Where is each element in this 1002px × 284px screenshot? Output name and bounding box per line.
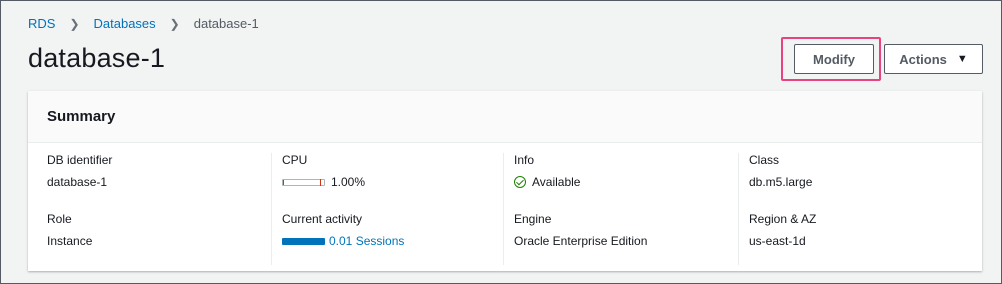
summary-panel: Summary DB identifier database-1 Role In… [28,91,982,271]
summary-column-status: Info Available Engine Oracle Enterprise … [503,153,744,265]
breadcrumb: RDS ❯ Databases ❯ database-1 [28,16,259,31]
current-activity-meter: 0.01 Sessions [282,234,509,248]
engine-value: Oracle Enterprise Edition [514,234,648,248]
modify-button-label: Modify [813,51,855,67]
actions-dropdown-button[interactable]: Actions ▼ [884,44,983,74]
role-value: Instance [47,234,93,248]
caret-down-icon: ▼ [956,53,968,65]
db-identifier-value: database-1 [47,175,108,189]
summary-column-placement: Class db.m5.large Region & AZ us-east-1d [738,153,979,265]
activity-fill [283,238,324,244]
region-az-value: us-east-1d [749,234,806,248]
page-title: database-1 [28,43,166,73]
sessions-link[interactable]: 0.01 Sessions [329,234,404,248]
db-identifier-label: DB identifier [47,153,113,167]
rds-console-window: RDS ❯ Databases ❯ database-1 database-1 … [0,0,1002,284]
cpu-threshold-marker [320,178,321,186]
cpu-label: CPU [282,153,308,167]
current-activity-label: Current activity [282,212,363,226]
status-value: Available [532,175,581,189]
breadcrumb-rds-link[interactable]: RDS [28,16,55,31]
summary-column-metrics: CPU 1.00% Current activity 0.01 Sessions [271,153,509,265]
cpu-meter: 1.00% [282,175,509,189]
engine-label: Engine [514,212,552,226]
chevron-right-icon: ❯ [69,16,80,31]
region-az-label: Region & AZ [749,212,817,226]
cpu-value: 1.00% [331,175,366,189]
class-value: db.m5.large [749,175,813,189]
status-badge: Available [514,175,744,189]
modify-button[interactable]: Modify [794,44,874,74]
summary-title: Summary [47,108,116,125]
summary-header: Summary [28,91,982,143]
chevron-right-icon: ❯ [169,16,180,31]
actions-button-label: Actions [899,51,947,67]
class-label: Class [749,153,780,167]
activity-bar [282,237,325,245]
cpu-usage-bar [282,178,325,186]
info-label: Info [514,153,535,167]
summary-columns: DB identifier database-1 Role Instance C… [28,143,982,271]
check-circle-icon [514,176,526,188]
summary-column-identity: DB identifier database-1 Role Instance [47,153,277,265]
role-label: Role [47,212,72,226]
breadcrumb-current: database-1 [193,16,259,31]
breadcrumb-databases-link[interactable]: Databases [94,16,156,31]
